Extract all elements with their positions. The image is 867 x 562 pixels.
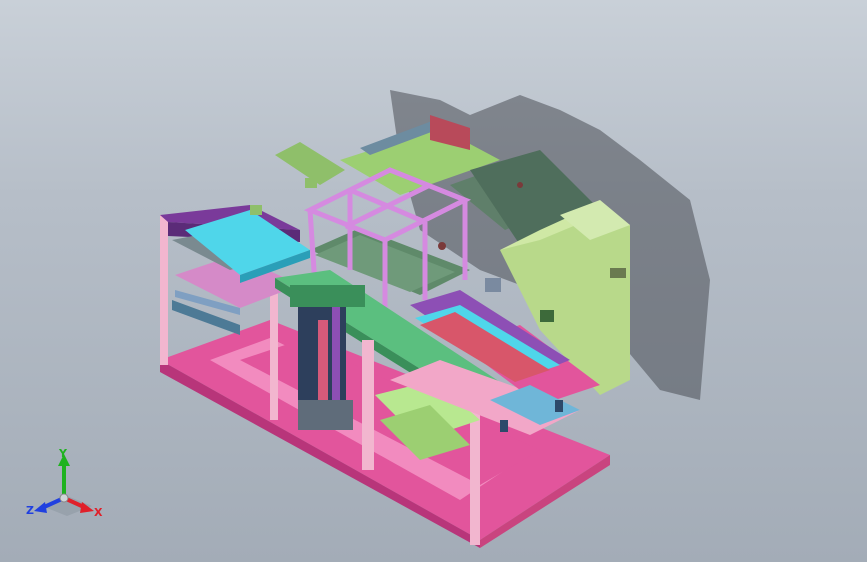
triad-origin-icon (59, 493, 69, 503)
x-axis-label: X (94, 506, 103, 519)
y-axis-label: Y (58, 448, 68, 460)
orientation-triad: Y X Z (26, 448, 103, 519)
machine-assembly-model[interactable] (0, 0, 867, 562)
cad-viewport[interactable]: Y X Z (0, 0, 867, 562)
z-axis-arrowhead-icon (34, 502, 47, 513)
x-axis-arrowhead-icon (80, 502, 94, 513)
z-axis-label: Z (26, 504, 34, 517)
